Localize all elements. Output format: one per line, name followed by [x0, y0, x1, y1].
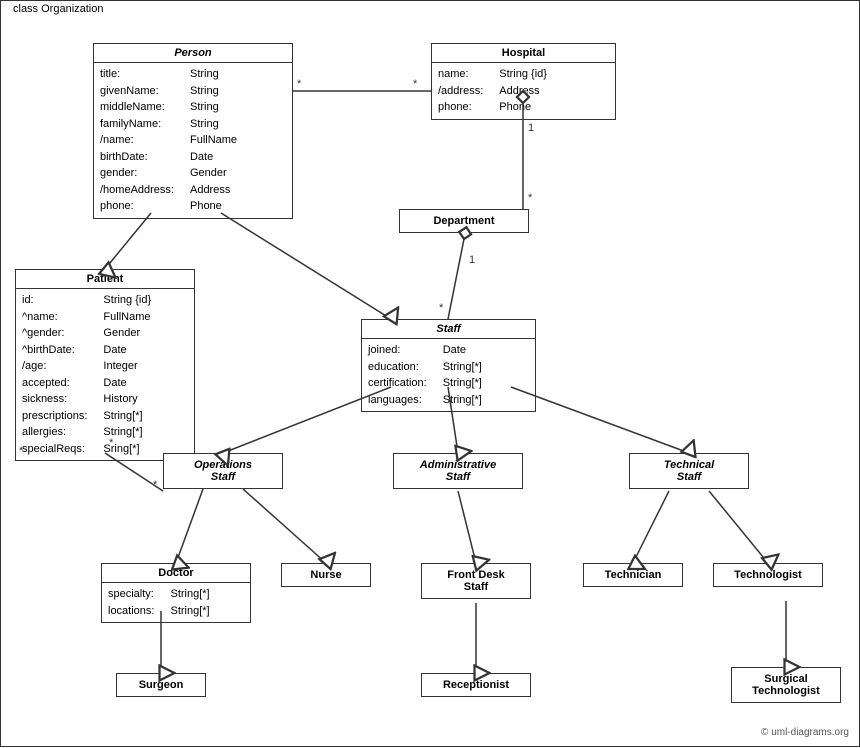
- technologist-class: Technologist: [713, 563, 823, 587]
- person-body: title: givenName: middleName: familyName…: [94, 63, 292, 218]
- person-attrs: title: givenName: middleName: familyName…: [100, 66, 174, 215]
- technician-class: Technician: [583, 563, 683, 587]
- nurse-class: Nurse: [281, 563, 371, 587]
- svg-text:1: 1: [469, 254, 475, 266]
- surgeon-class: Surgeon: [116, 673, 206, 697]
- surgical-technologist-header: SurgicalTechnologist: [732, 668, 840, 702]
- staff-header: Staff: [362, 320, 535, 339]
- patient-attrs: id: ^name: ^gender: ^birthDate: /age: ac…: [22, 292, 87, 457]
- technical-staff-header: TechnicalStaff: [630, 454, 748, 488]
- operations-staff-class: OperationsStaff: [163, 453, 283, 489]
- staff-attrs: joined: education: certification: langua…: [368, 342, 427, 408]
- patient-body: id: ^name: ^gender: ^birthDate: /age: ac…: [16, 289, 194, 460]
- svg-text:*: *: [439, 302, 444, 314]
- administrative-staff-class: AdministrativeStaff: [393, 453, 523, 489]
- hospital-attrs: name: /address: phone:: [438, 66, 483, 116]
- svg-text:*: *: [153, 479, 158, 491]
- staff-types: Date String[*] String[*] String[*]: [443, 342, 482, 408]
- technician-header: Technician: [584, 564, 682, 586]
- department-class: Department: [399, 209, 529, 233]
- hospital-body: name: /address: phone: String {id} Addre…: [432, 63, 615, 119]
- svg-text:1: 1: [528, 122, 534, 134]
- svg-text:*: *: [297, 78, 302, 90]
- doctor-types: String[*] String[*]: [170, 586, 209, 619]
- doctor-header: Doctor: [102, 564, 250, 583]
- svg-text:*: *: [413, 78, 418, 90]
- front-desk-staff-class: Front DeskStaff: [421, 563, 531, 599]
- hospital-class: Hospital name: /address: phone: String {…: [431, 43, 616, 120]
- operations-staff-header: OperationsStaff: [164, 454, 282, 488]
- svg-text:*: *: [528, 192, 533, 204]
- hospital-types: String {id} Address Phone: [499, 66, 547, 116]
- patient-types: String {id} FullName Gender Date Integer…: [103, 292, 151, 457]
- doctor-attrs: specialty: locations:: [108, 586, 154, 619]
- copyright: © uml-diagrams.org: [761, 727, 849, 738]
- doctor-class: Doctor specialty: locations: String[*] S…: [101, 563, 251, 623]
- patient-class: Patient id: ^name: ^gender: ^birthDate: …: [15, 269, 195, 461]
- nurse-header: Nurse: [282, 564, 370, 586]
- doctor-body: specialty: locations: String[*] String[*…: [102, 583, 250, 622]
- person-header: Person: [94, 44, 292, 63]
- department-header: Department: [400, 210, 528, 232]
- technical-staff-class: TechnicalStaff: [629, 453, 749, 489]
- technologist-header: Technologist: [714, 564, 822, 586]
- person-types: String String String String FullName Dat…: [190, 66, 237, 215]
- front-desk-staff-header: Front DeskStaff: [422, 564, 530, 598]
- receptionist-header: Receptionist: [422, 674, 530, 696]
- staff-body: joined: education: certification: langua…: [362, 339, 535, 411]
- staff-class: Staff joined: education: certification: …: [361, 319, 536, 412]
- surgical-technologist-class: SurgicalTechnologist: [731, 667, 841, 703]
- surgeon-header: Surgeon: [117, 674, 205, 696]
- patient-header: Patient: [16, 270, 194, 289]
- diagram-title: class Organization: [9, 3, 108, 15]
- hospital-header: Hospital: [432, 44, 615, 63]
- administrative-staff-header: AdministrativeStaff: [394, 454, 522, 488]
- receptionist-class: Receptionist: [421, 673, 531, 697]
- person-class: Person title: givenName: middleName: fam…: [93, 43, 293, 219]
- diagram-container: class Organization Person title: givenNa…: [0, 0, 860, 747]
